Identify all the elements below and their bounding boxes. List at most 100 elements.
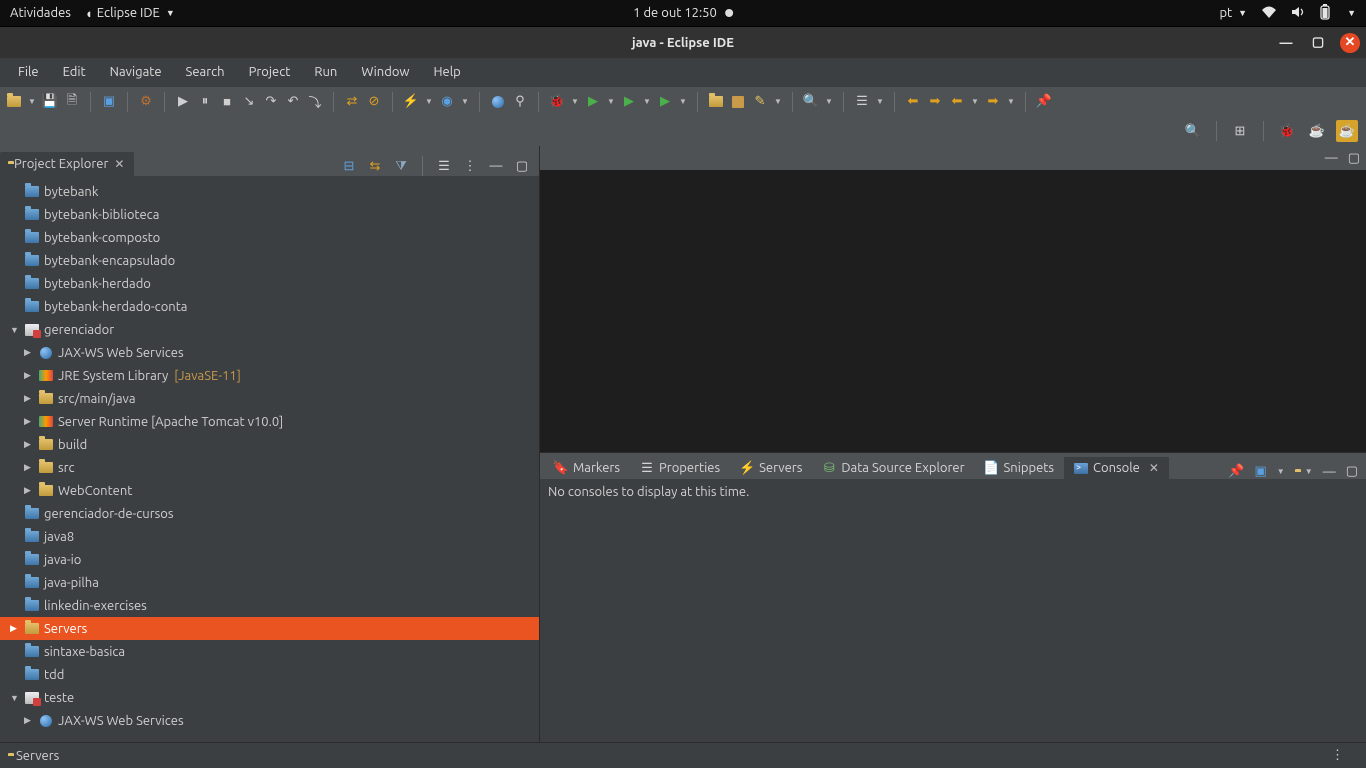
chevron-down-icon[interactable]: ▼ [679,97,687,106]
maximize-view-icon[interactable]: ▢ [1346,464,1358,479]
tab-console[interactable]: Console ✕ [1064,457,1169,479]
filter-icon[interactable]: ⧩ [392,157,410,175]
tree-item[interactable]: ▶src/main/java [0,387,539,410]
step-over-icon[interactable]: ↷ [263,94,279,110]
new-jsp-icon[interactable]: ◉ [439,94,455,110]
pin-icon[interactable]: 📌 [1036,94,1052,110]
close-button[interactable]: ✕ [1340,33,1360,53]
new-package-icon[interactable] [730,94,746,110]
tree-item[interactable]: bytebank-encapsulado [0,249,539,272]
link-editor-icon[interactable]: ⇆ [366,157,384,175]
open-perspective-icon[interactable]: ⊞ [1229,120,1251,142]
debug-perspective-icon[interactable]: 🐞 [1276,120,1298,142]
new-project-icon[interactable] [708,94,724,110]
twisty-icon[interactable]: ▶ [24,439,34,450]
coverage-icon[interactable]: ▶ [621,94,637,110]
tab-data-source-explorer[interactable]: ⛁ Data Source Explorer [812,457,974,479]
activities-button[interactable]: Atividades [10,6,71,20]
close-icon[interactable]: ✕ [1149,461,1159,475]
chevron-down-icon[interactable]: ▼ [1277,467,1285,476]
tree-item[interactable]: ▶build [0,433,539,456]
project-tree[interactable]: bytebankbytebank-bibliotecabytebank-comp… [0,176,539,742]
chevron-down-icon[interactable]: ▼ [571,97,579,106]
chevron-down-icon[interactable]: ▼ [876,97,884,106]
menu-help[interactable]: Help [424,61,471,83]
tree-item[interactable]: ▼gerenciador [0,318,539,341]
tree-item[interactable]: ▼teste [0,686,539,709]
tree-item[interactable]: java8 [0,525,539,548]
tree-item[interactable]: ▶Servers [0,617,539,640]
tab-project-explorer[interactable]: Project Explorer ✕ [0,152,134,176]
maximize-view-icon[interactable]: ▢ [513,157,531,175]
twisty-icon[interactable]: ▶ [24,347,34,358]
tree-item[interactable]: ▶Server Runtime [Apache Tomcat v10.0] [0,410,539,433]
wifi-icon[interactable] [1261,6,1277,21]
drop-to-frame-icon[interactable]: ⤵ [307,94,323,110]
build-icon[interactable]: ⚙ [138,94,154,110]
save-all-icon[interactable]: 🗎 [64,94,80,110]
battery-icon[interactable] [1319,4,1331,23]
minimize-view-icon[interactable]: — [1325,151,1338,165]
tab-properties[interactable]: ☰ Properties [630,457,730,479]
twisty-icon[interactable]: ▶ [24,370,34,381]
debug-icon[interactable]: 🐞 [549,94,565,110]
twisty-icon[interactable]: ▶ [24,416,34,427]
chevron-down-icon[interactable]: ▼ [28,97,36,106]
open-type-icon[interactable]: ⚲ [512,94,528,110]
pin-console-icon[interactable]: 📌 [1228,464,1244,479]
chevron-down-icon[interactable]: ▼ [971,97,979,106]
tree-item[interactable]: bytebank-herdado [0,272,539,295]
app-indicator[interactable]: ◖ Eclipse IDE ▼ [85,6,175,21]
menu-search[interactable]: Search [176,61,235,83]
tree-item[interactable]: linkedin-exercises [0,594,539,617]
step-into-icon[interactable]: ↘ [241,94,257,110]
tree-item[interactable]: tdd [0,663,539,686]
tree-item[interactable]: bytebank-biblioteca [0,203,539,226]
debug-pause-icon[interactable]: ⏸ [197,94,213,110]
link-icon[interactable]: ⇄ [344,94,360,110]
tree-item[interactable]: bytebank-composto [0,226,539,249]
chevron-down-icon[interactable]: ▼ [825,97,833,106]
chevron-down-icon[interactable]: ▼ [607,97,615,106]
twisty-icon[interactable]: ▼ [10,693,20,703]
maximize-view-icon[interactable]: ▢ [1348,151,1360,166]
twisty-icon[interactable]: ▶ [24,485,34,496]
java-perspective-icon[interactable]: ☕ [1306,120,1328,142]
tree-item[interactable]: java-pilha [0,571,539,594]
tab-snippets[interactable]: 📄 Snippets [975,457,1065,479]
debug-resume-icon[interactable]: ▶ [175,94,191,110]
menu-run[interactable]: Run [304,61,347,83]
nav-forward-icon[interactable]: ➡ [985,94,1001,110]
tree-item[interactable]: ▶src [0,456,539,479]
search-icon[interactable]: 🔍 [803,94,819,110]
tab-servers[interactable]: ⚡ Servers [730,457,812,479]
forward-icon[interactable]: ➡ [927,94,943,110]
display-console-icon[interactable]: ▣ [1254,464,1266,479]
twisty-icon[interactable]: ▶ [24,462,34,473]
step-return-icon[interactable]: ↶ [285,94,301,110]
menu-window[interactable]: Window [351,61,419,83]
chevron-down-icon[interactable]: ▼ [425,97,433,106]
new-icon[interactable] [6,94,22,110]
open-browser-icon[interactable] [490,94,506,110]
view-menu-icon[interactable]: ⋮ [1331,748,1344,763]
open-task-icon[interactable]: ☰ [854,94,870,110]
view-menu-icon[interactable]: ⋮ [461,157,479,175]
tab-markers[interactable]: 🔖 Markers [544,457,630,479]
minimize-button[interactable]: — [1276,33,1296,53]
twisty-icon[interactable]: ▶ [24,715,34,726]
twisty-icon[interactable]: ▶ [10,623,20,634]
tree-item[interactable]: gerenciador-de-cursos [0,502,539,525]
new-class-icon[interactable]: ✎ [752,94,768,110]
quick-access-icon[interactable]: 🔍 [1182,120,1204,142]
jee-perspective-icon[interactable]: ☕ [1336,120,1358,142]
twisty-icon[interactable]: ▶ [24,393,34,404]
tree-item[interactable]: java-io [0,548,539,571]
chevron-down-icon[interactable]: ▼ [461,97,469,106]
tree-item[interactable]: sintaxe-basica [0,640,539,663]
close-icon[interactable]: ✕ [114,157,124,171]
input-language[interactable]: pt ▼ [1219,6,1247,20]
chevron-down-icon[interactable]: ▼ [643,97,651,106]
tree-item[interactable]: bytebank-herdado-conta [0,295,539,318]
chevron-down-icon[interactable]: ▼ [1007,97,1015,106]
